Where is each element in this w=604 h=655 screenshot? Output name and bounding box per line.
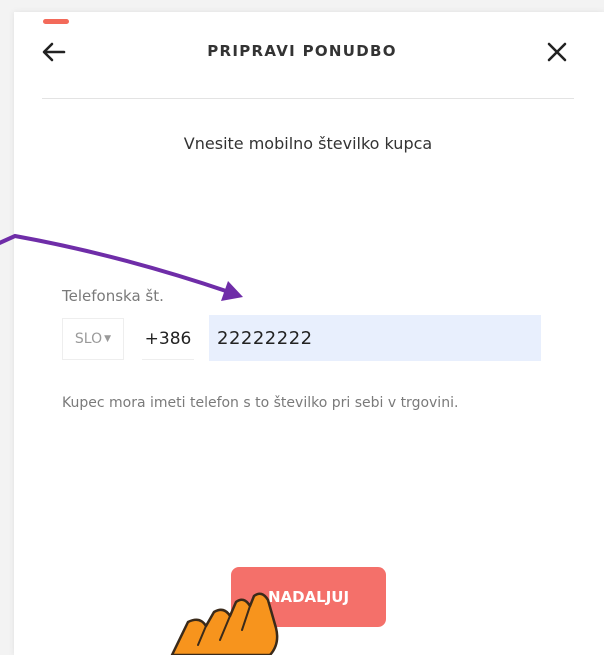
back-button[interactable] bbox=[40, 38, 68, 66]
close-button[interactable] bbox=[543, 38, 571, 66]
country-select[interactable]: SLO ▼ bbox=[62, 318, 124, 360]
page-title: PRIPRAVI PONUDBO bbox=[207, 42, 397, 60]
phone-label: Telefonska št. bbox=[62, 287, 164, 305]
country-code-value: SLO bbox=[74, 331, 103, 347]
continue-button[interactable]: NADALJUJ bbox=[231, 567, 386, 627]
arrow-left-icon bbox=[42, 42, 66, 62]
tab-indicator bbox=[43, 19, 69, 24]
phone-prefix: +386 bbox=[142, 318, 194, 360]
caret-down-icon: ▼ bbox=[104, 334, 112, 344]
close-icon bbox=[547, 42, 567, 62]
header-divider bbox=[42, 98, 574, 99]
hint-text: Kupec mora imeti telefon s to številko p… bbox=[62, 395, 459, 411]
instruction-text: Vnesite mobilno številko kupca bbox=[183, 134, 433, 153]
phone-number-input[interactable] bbox=[209, 315, 541, 361]
